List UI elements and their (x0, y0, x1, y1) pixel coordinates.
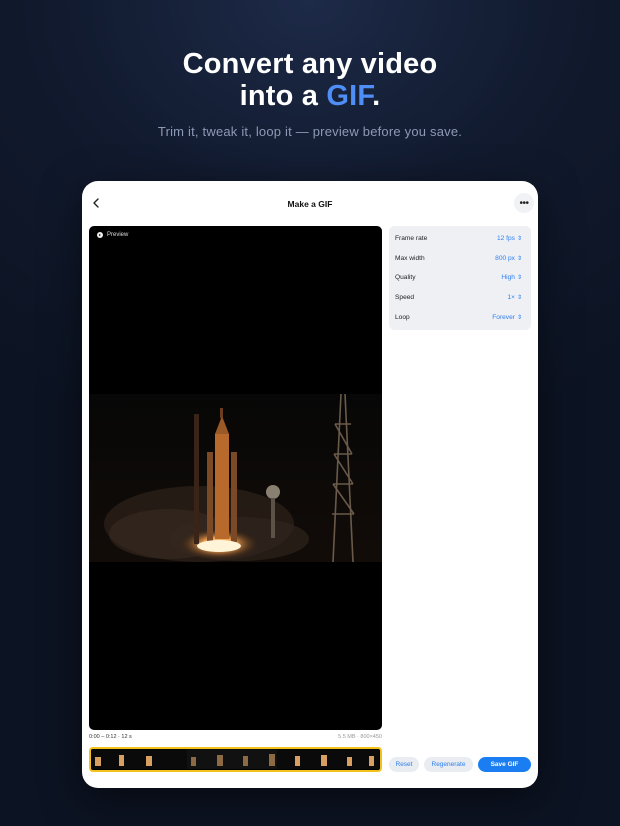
setting-value: 800 px ⇕ (495, 254, 522, 262)
setting-speed[interactable]: Speed 1× ⇕ (389, 288, 531, 308)
video-preview[interactable]: Preview (89, 226, 382, 730)
headline-line2-prefix: into a (239, 80, 327, 112)
setting-max-width[interactable]: Max width 800 px ⇕ (389, 249, 531, 269)
setting-loop[interactable]: Loop Forever ⇕ (389, 307, 531, 327)
setting-label: Loop (395, 313, 410, 321)
play-icon (97, 232, 103, 238)
clip-meta: 0:00 – 0:12 · 12 s 5.5 MB · 800×450 (89, 734, 382, 740)
subtitle: Trim it, tweak it, loop it — preview bef… (157, 124, 463, 139)
headline-line1: Convert any video (182, 48, 438, 80)
setting-label: Quality (395, 274, 416, 282)
updown-chevron-icon: ⇕ (516, 314, 522, 321)
settings-panel: Frame rate 12 fps ⇕ Max width 800 px ⇕ Qua… (389, 226, 531, 330)
updown-chevron-icon: ⇕ (516, 275, 522, 282)
nav-bar: Make a GIF ••• (82, 181, 538, 225)
preview-label-text: Preview (107, 232, 129, 238)
clip-range: 0:00 – 0:12 · 12 s (89, 734, 132, 740)
setting-label: Speed (395, 294, 415, 302)
preview-label: Preview (97, 232, 128, 238)
headline-highlight: GIF (326, 80, 373, 112)
headline-line2-suffix: . (372, 80, 381, 112)
hero: Convert any video into a GIF. Trim it, t… (0, 48, 620, 139)
ellipsis-icon: ••• (519, 197, 529, 209)
trim-filmstrip[interactable] (89, 747, 382, 772)
reset-button[interactable]: Reset (389, 757, 419, 772)
save-gif-button[interactable]: Save GIF (478, 757, 531, 772)
setting-value: Forever ⇕ (492, 313, 522, 321)
more-button[interactable]: ••• (514, 193, 534, 213)
setting-label: Frame rate (395, 235, 428, 243)
headline: Convert any video into a GIF. (0, 48, 620, 112)
setting-label: Max width (395, 254, 425, 262)
setting-value: 12 fps ⇕ (497, 235, 522, 243)
updown-chevron-icon: ⇕ (516, 236, 522, 243)
regenerate-button[interactable]: Regenerate (424, 757, 473, 772)
setting-frame-rate[interactable]: Frame rate 12 fps ⇕ (389, 229, 531, 249)
device-screen: Make a GIF ••• Preview 0:00 – 0:12 · 12 … (82, 181, 538, 788)
setting-quality[interactable]: Quality High ⇕ (389, 268, 531, 288)
nav-title: Make a GIF (287, 199, 333, 209)
updown-chevron-icon: ⇕ (516, 295, 522, 302)
filmstrip-frames (91, 749, 379, 769)
clip-info: 5.5 MB · 800×450 (338, 734, 382, 740)
updown-chevron-icon: ⇕ (516, 255, 522, 262)
setting-value: High ⇕ (501, 274, 522, 282)
launch-scene-image (89, 394, 382, 562)
setting-value: 1× ⇕ (507, 294, 522, 302)
